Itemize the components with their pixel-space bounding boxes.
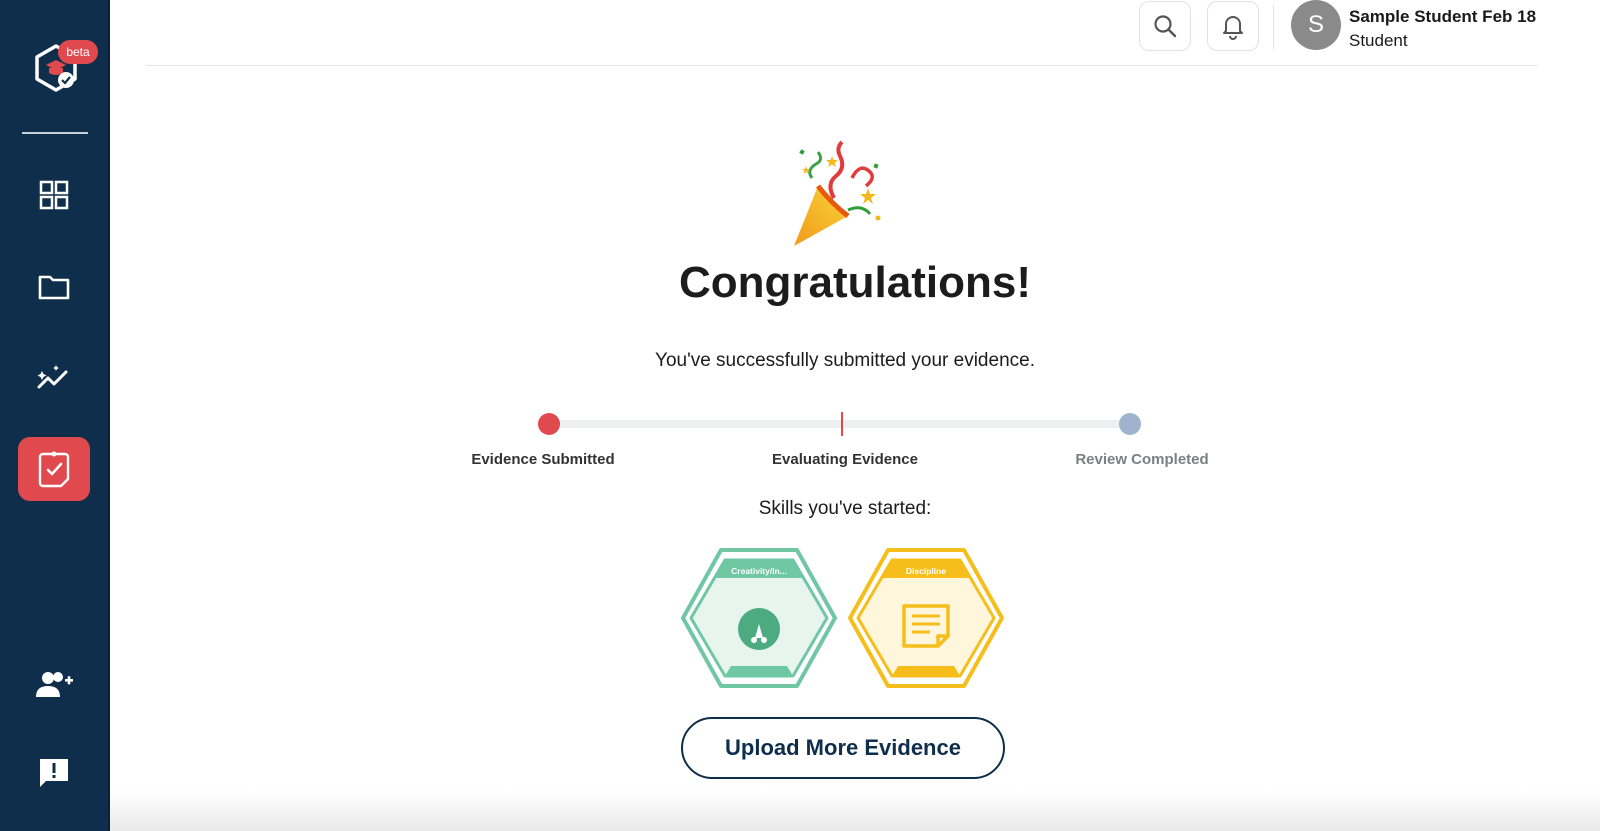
search-icon — [1154, 15, 1177, 38]
party-popper-icon — [790, 138, 890, 250]
page-title: Congratulations! — [679, 258, 1031, 307]
skill-badge-discipline[interactable]: Discipline — [848, 548, 1004, 688]
evidence-check-icon — [38, 451, 70, 488]
bell-icon — [1223, 16, 1243, 40]
nav-invite[interactable] — [18, 652, 90, 716]
step-evidence-submitted: Evidence Submitted — [471, 451, 615, 468]
nav-feedback[interactable] — [18, 741, 90, 805]
progress-end-dot — [1119, 413, 1141, 435]
skill-label-discipline: Discipline — [906, 566, 946, 576]
top-header: S Sample Student Feb 18 Student — [146, 0, 1538, 66]
nav-evidence[interactable] — [18, 437, 90, 501]
avatar[interactable]: S — [1291, 0, 1341, 50]
progress-start-dot — [538, 413, 560, 435]
sidebar-divider — [22, 132, 88, 134]
add-user-icon — [36, 672, 73, 697]
success-message: You've successfully submitted your evide… — [655, 350, 1035, 371]
bottom-shadow — [110, 790, 1600, 831]
skills-heading: Skills you've started: — [758, 498, 932, 519]
skill-label-creativity: Creativity/In... — [731, 566, 787, 576]
user-name[interactable]: Sample Student Feb 18 — [1349, 7, 1536, 27]
feedback-icon — [40, 759, 68, 787]
notifications-button[interactable] — [1207, 1, 1259, 51]
user-role: Student — [1349, 31, 1408, 50]
step-review-completed: Review Completed — [1075, 451, 1209, 468]
skill-badge-creativity[interactable]: Creativity/In... — [681, 548, 837, 688]
search-button[interactable] — [1139, 1, 1191, 51]
progress-track — [547, 420, 1131, 428]
nav-dashboard[interactable] — [18, 163, 90, 227]
step-evaluating-evidence: Evaluating Evidence — [772, 451, 918, 468]
beta-badge: beta — [58, 40, 98, 64]
dashboard-grid-icon — [39, 180, 69, 210]
header-separator — [1273, 5, 1274, 49]
progress-current-marker — [841, 412, 843, 436]
upload-more-evidence-button[interactable]: Upload More Evidence — [681, 717, 1005, 779]
sidebar: beta — [0, 0, 110, 831]
